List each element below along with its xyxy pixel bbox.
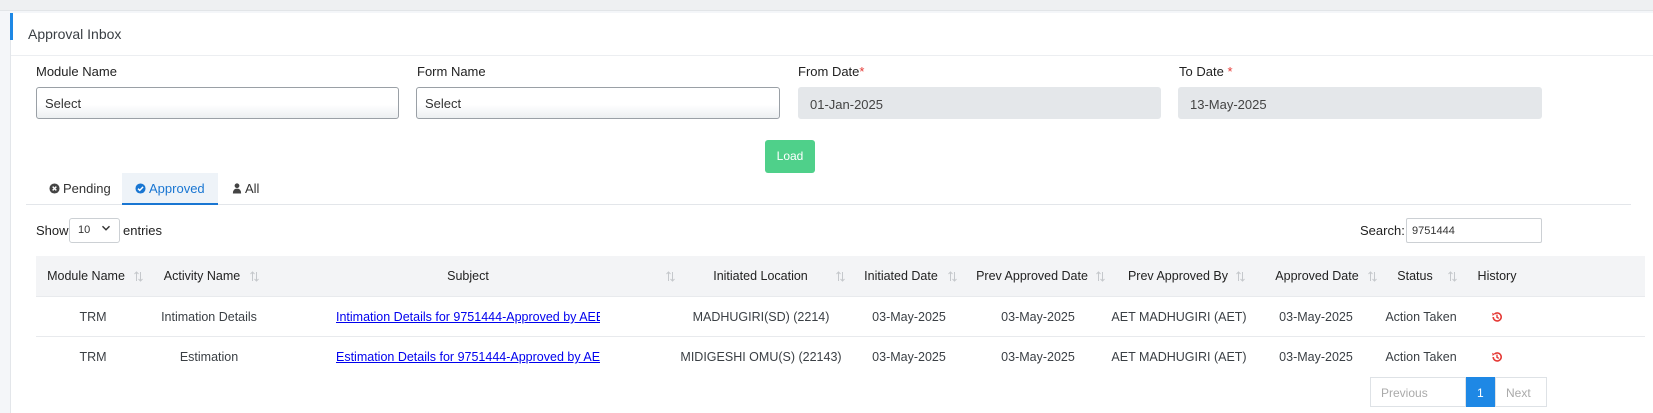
cell-prev-approved-by: AET MADHUGIRI (AET) (1111, 350, 1247, 364)
cell-activity-name: Estimation (179, 350, 239, 364)
sort-icon[interactable] (134, 271, 143, 282)
required-marker: * (1227, 64, 1233, 79)
history-icon[interactable] (1491, 311, 1503, 323)
user-icon (232, 183, 242, 194)
cell-activity-name: Intimation Details (161, 310, 257, 324)
cell-initiated-date: 03-May-2025 (872, 310, 946, 324)
module-name-value: Select (45, 96, 82, 111)
cell-history (1466, 297, 1528, 337)
card-header: Approval Inbox (10, 13, 1653, 56)
tab-label: Approved (149, 181, 205, 196)
page-size-value: 10 (78, 224, 91, 236)
cell-approved-date: 03-May-2025 (1279, 350, 1353, 364)
cell-subject: Estimation Details for 9751444-Approved … (336, 337, 600, 377)
top-strip (0, 0, 1653, 11)
cell-prev-approved-date: 03-May-2025 (1001, 310, 1075, 324)
chevron-down-icon (101, 225, 111, 231)
form-name-value: Select (425, 96, 462, 111)
cell-prev-approved-by: AET MADHUGIRI (AET) (1111, 310, 1247, 324)
cell-prev-approved-date: 03-May-2025 (1001, 350, 1075, 364)
col-header-initiated-location[interactable]: Initiated Location (688, 256, 833, 296)
cell-subject: Intimation Details for 9751444-Approved … (336, 297, 600, 337)
col-header-initiated-date[interactable]: Initiated Date (856, 256, 946, 296)
search-label: Search: (1360, 223, 1405, 238)
status-tabs: Pending Approved All (26, 173, 1631, 205)
cell-status: Action Taken (1385, 310, 1457, 324)
form-name-label: Form Name (417, 64, 486, 79)
subject-link[interactable]: Intimation Details for 9751444-Approved … (336, 310, 600, 324)
sort-icon[interactable] (1236, 271, 1245, 282)
times-circle-icon (49, 183, 60, 194)
page-size-select[interactable]: 10 (69, 218, 120, 243)
entries-label: entries (123, 223, 163, 238)
sort-icon[interactable] (1368, 271, 1377, 282)
sort-icon[interactable] (1096, 271, 1105, 282)
tab-label: Pending (63, 181, 111, 196)
col-header-approved-date[interactable]: Approved Date (1258, 256, 1376, 296)
module-name-label: Module Name (36, 64, 117, 79)
col-header-subject[interactable]: Subject (336, 256, 600, 296)
col-header-module-name[interactable]: Module Name (36, 256, 136, 296)
tab-label: All (245, 181, 260, 196)
header-accent-bar (10, 13, 13, 40)
table-header-row: Module Name Activity Name Subject Initia… (36, 256, 1645, 296)
cell-status: Action Taken (1385, 350, 1457, 364)
search-input[interactable]: 9751444 (1406, 218, 1542, 243)
cell-approved-date: 03-May-2025 (1279, 310, 1353, 324)
to-date-label: To Date * (1179, 64, 1233, 79)
col-header-history: History (1477, 269, 1517, 283)
sort-icon[interactable] (948, 271, 957, 282)
sort-icon[interactable] (250, 271, 259, 282)
col-header-prev-approved-by[interactable]: Prev Approved By (1118, 256, 1238, 296)
cell-module-name: TRM (79, 310, 107, 324)
check-circle-icon (135, 183, 146, 194)
required-marker: * (859, 64, 865, 79)
tab-pending[interactable]: Pending (36, 173, 124, 205)
pagination-page-1[interactable]: 1 (1466, 377, 1495, 407)
sort-icon[interactable] (666, 271, 675, 282)
col-header-prev-approved-date[interactable]: Prev Approved Date (970, 256, 1094, 296)
cell-initiated-location: MADHUGIRI(SD) (2214) (692, 310, 830, 324)
form-name-select[interactable]: Select (416, 87, 780, 119)
sort-icon[interactable] (836, 271, 845, 282)
search-value: 9751444 (1412, 225, 1455, 237)
pagination-next[interactable]: Next (1495, 377, 1547, 407)
module-name-select[interactable]: Select (36, 87, 399, 119)
cell-initiated-location: MIDIGESHI OMU(S) (22143) (680, 350, 842, 364)
from-date-label-text: From Date (798, 64, 860, 79)
show-label: Show (36, 223, 69, 238)
history-icon[interactable] (1491, 351, 1503, 363)
cell-history (1466, 337, 1528, 377)
to-date-value: 13-May-2025 (1190, 97, 1267, 112)
tab-all[interactable]: All (219, 173, 272, 205)
subject-link[interactable]: Estimation Details for 9751444-Approved … (336, 350, 600, 364)
from-date-label: From Date* (798, 64, 864, 79)
from-date-input[interactable]: 01-Jan-2025 (798, 87, 1161, 119)
load-button[interactable]: Load (765, 140, 815, 173)
from-date-value: 01-Jan-2025 (810, 97, 883, 112)
cell-initiated-date: 03-May-2025 (872, 350, 946, 364)
col-header-activity-name[interactable]: Activity Name (150, 256, 254, 296)
table-row: TRM Estimation Estimation Details for 97… (36, 336, 1645, 376)
cell-module-name: TRM (79, 350, 107, 364)
col-header-status[interactable]: Status (1380, 256, 1450, 296)
to-date-input[interactable]: 13-May-2025 (1178, 87, 1542, 119)
sort-icon[interactable] (1448, 271, 1457, 282)
tab-approved[interactable]: Approved (122, 173, 218, 205)
pagination-previous[interactable]: Previous (1370, 377, 1466, 407)
to-date-label-text: To Date (1179, 64, 1224, 79)
page-title: Approval Inbox (28, 26, 122, 42)
table-row: TRM Intimation Details Intimation Detail… (36, 296, 1645, 336)
